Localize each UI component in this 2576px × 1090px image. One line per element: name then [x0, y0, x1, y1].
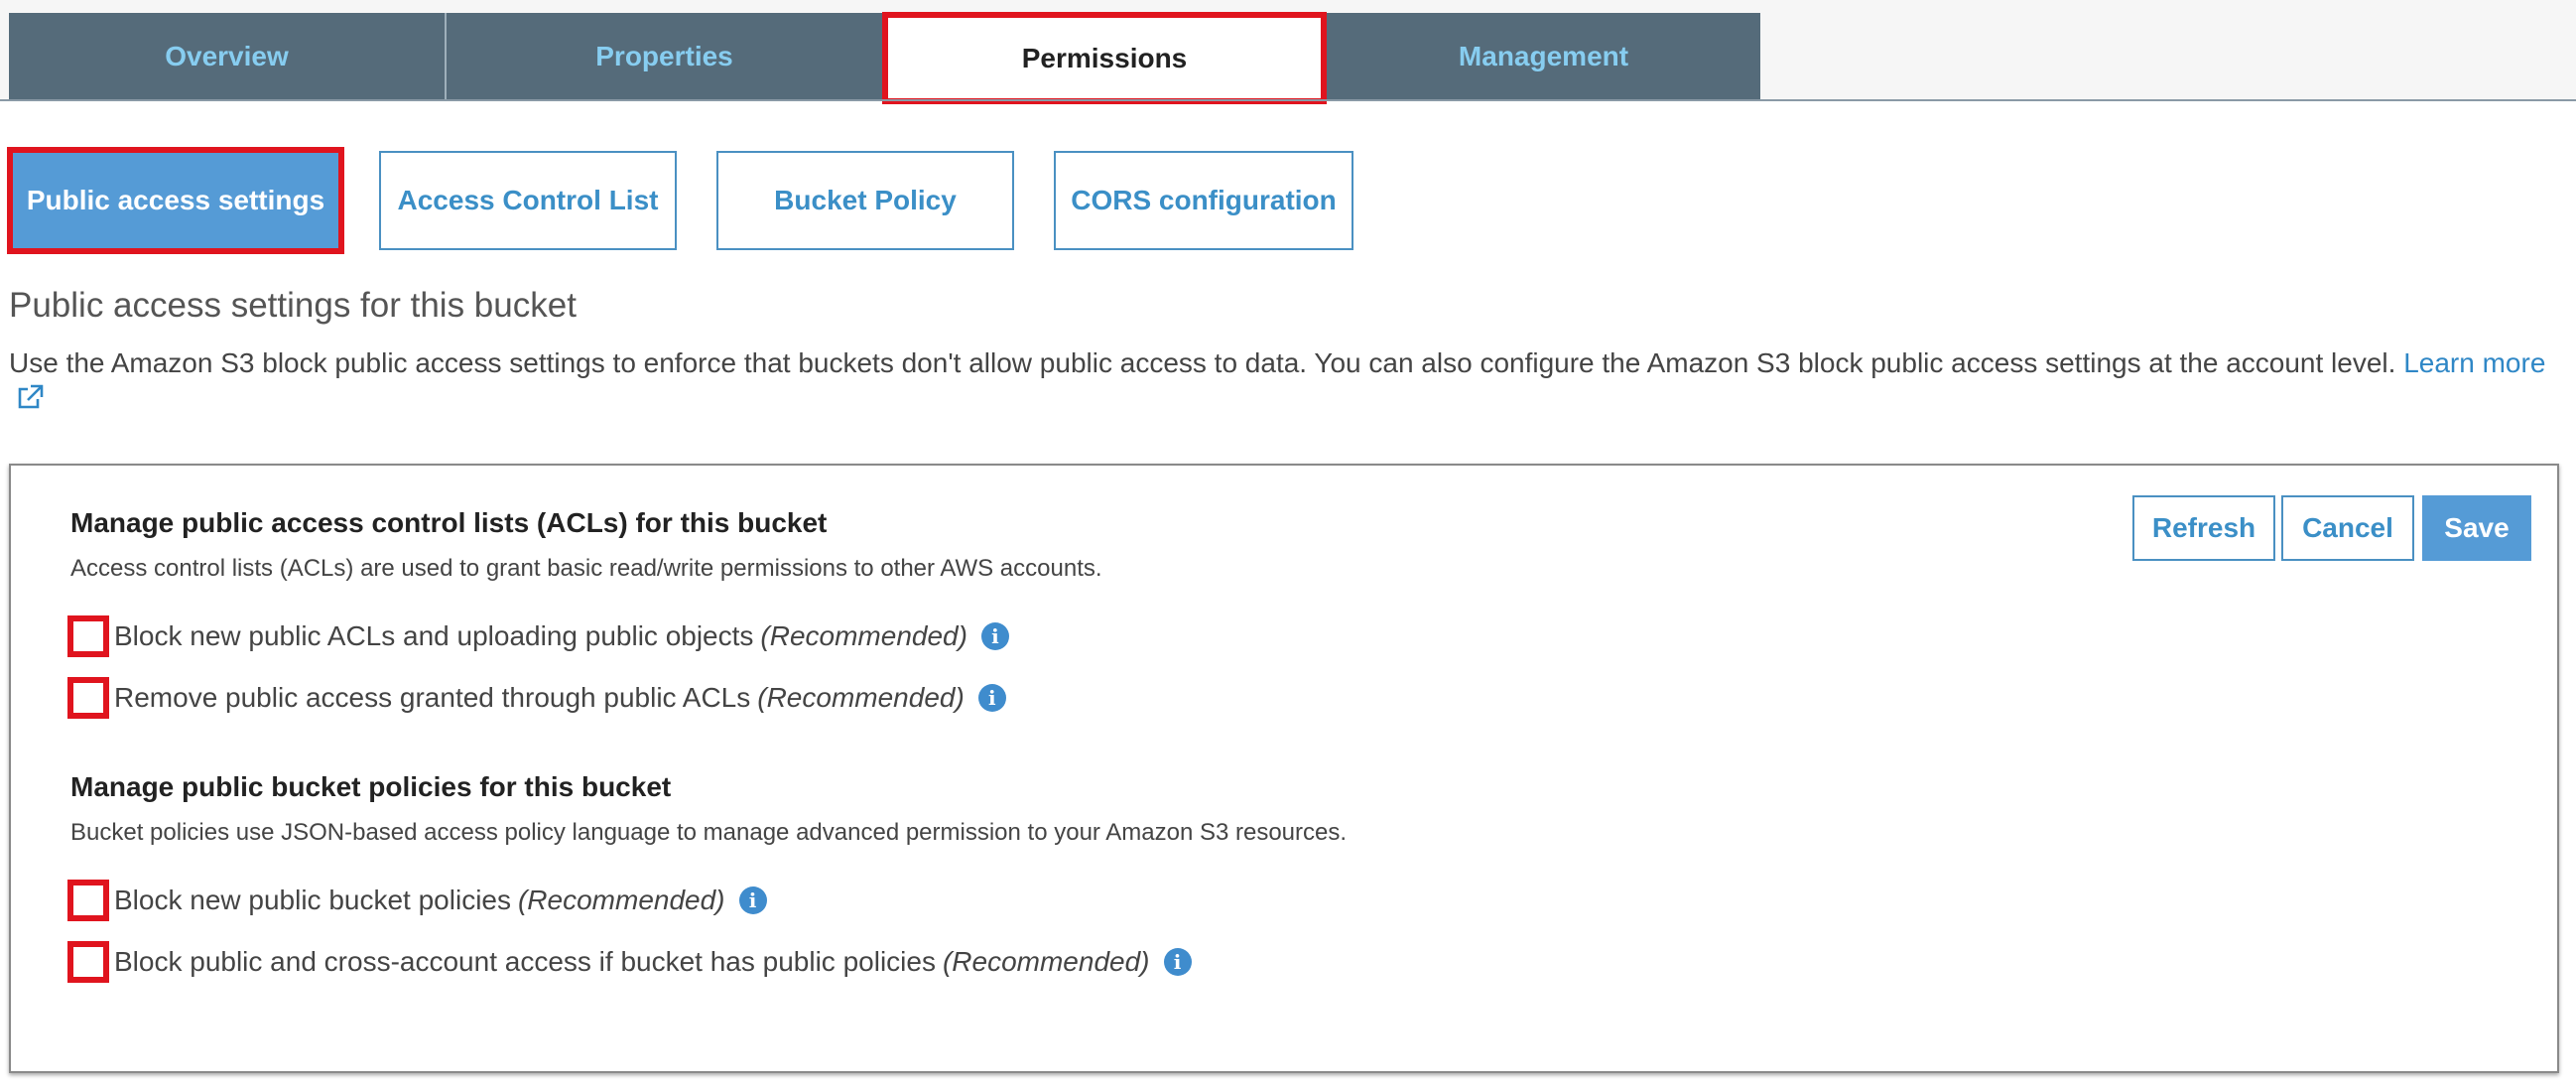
option-remove-public-acl-access: Remove public access granted through pub… — [67, 676, 1006, 720]
recommended-note: (Recommended) — [757, 682, 965, 713]
block-cross-account-access-checkbox[interactable] — [67, 941, 109, 983]
tab-bar-underline — [0, 99, 2576, 101]
option-block-cross-account-access: Block public and cross-account access if… — [67, 940, 1192, 984]
subtab-cors-configuration[interactable]: CORS configuration — [1054, 151, 1353, 250]
page-title: Public access settings for this bucket — [9, 286, 577, 325]
info-icon[interactable]: i — [1163, 948, 1192, 976]
block-new-public-acls-checkbox[interactable] — [67, 615, 109, 657]
policy-group-description: Bucket policies use JSON-based access po… — [70, 819, 1348, 846]
save-button[interactable]: Save — [2422, 495, 2531, 561]
cancel-button[interactable]: Cancel — [2281, 495, 2414, 561]
tab-permissions[interactable]: Permissions — [882, 12, 1327, 104]
option-label: Block public and cross-account access if… — [114, 946, 936, 977]
info-icon[interactable]: i — [980, 622, 1009, 650]
block-new-public-policies-checkbox[interactable] — [67, 880, 109, 921]
tab-management[interactable]: Management — [1327, 13, 1760, 99]
refresh-button[interactable]: Refresh — [2132, 495, 2275, 561]
recommended-note: (Recommended) — [942, 946, 1150, 977]
page-description: Use the Amazon S3 block public access se… — [9, 345, 2549, 420]
settings-panel: Refresh Cancel Save Manage public access… — [9, 464, 2559, 1073]
recommended-note: (Recommended) — [517, 885, 725, 915]
info-icon[interactable]: i — [738, 886, 767, 914]
acl-group-description: Access control lists (ACLs) are used to … — [70, 555, 1102, 582]
option-label: Remove public access granted through pub… — [114, 682, 751, 713]
acl-group-title: Manage public access control lists (ACLs… — [70, 507, 828, 538]
recommended-note: (Recommended) — [760, 620, 967, 651]
option-label: Block new public bucket policies — [114, 885, 511, 915]
external-link-icon — [15, 383, 45, 420]
option-label: Block new public ACLs and uploading publ… — [114, 620, 754, 651]
subtab-bucket-policy[interactable]: Bucket Policy — [716, 151, 1014, 250]
learn-more-label: Learn more — [2403, 347, 2546, 378]
subtab-public-access-settings[interactable]: Public access settings — [7, 147, 344, 254]
remove-public-acl-access-checkbox[interactable] — [67, 677, 109, 719]
policy-group-title: Manage public bucket policies for this b… — [70, 771, 672, 802]
tab-overview[interactable]: Overview — [9, 13, 445, 99]
option-block-new-public-acls: Block new public ACLs and uploading publ… — [67, 614, 1009, 658]
tab-properties[interactable]: Properties — [447, 13, 882, 99]
description-text: Use the Amazon S3 block public access se… — [9, 347, 2396, 378]
info-icon[interactable]: i — [977, 684, 1006, 712]
option-block-new-public-policies: Block new public bucket policies (Recomm… — [67, 879, 767, 922]
subtab-access-control-list[interactable]: Access Control List — [379, 151, 677, 250]
